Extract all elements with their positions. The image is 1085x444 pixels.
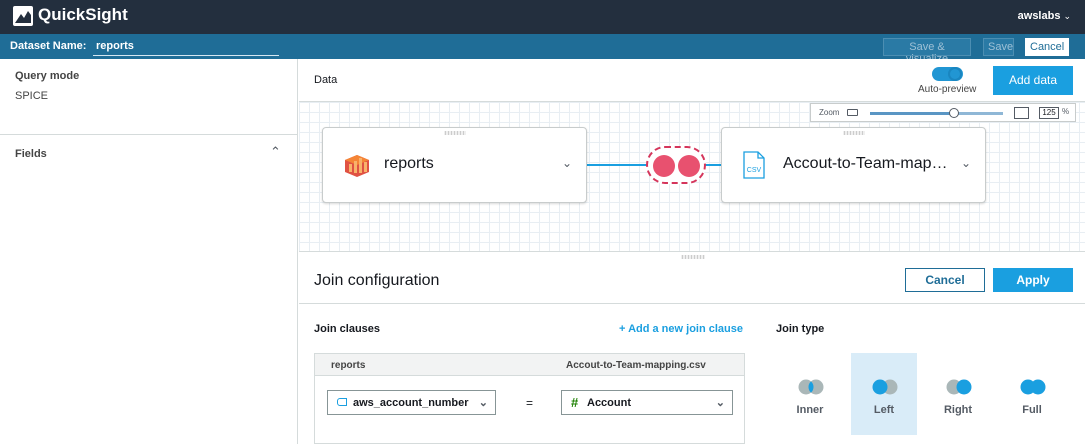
panel-divider: [0, 134, 298, 135]
zoom-slider-thumb[interactable]: [949, 108, 959, 118]
dataset-node-name: Accout-to-Team-mapping.csv: [783, 155, 953, 172]
quicksight-logo-icon: [13, 6, 33, 26]
zoom-out-icon[interactable]: [847, 109, 858, 116]
add-join-clause-link[interactable]: + Add a new join clause: [619, 323, 743, 335]
chevron-up-icon[interactable]: ⌃: [270, 144, 281, 160]
auto-preview-toggle[interactable]: [932, 67, 963, 81]
right-field-select[interactable]: # Account ⌄: [561, 390, 733, 415]
zoom-in-icon[interactable]: [1014, 107, 1029, 119]
zoom-label: Zoom: [819, 108, 840, 117]
full-join-icon: [1020, 379, 1046, 395]
join-type-full[interactable]: Full: [999, 353, 1065, 435]
right-field-value: Account: [587, 397, 631, 409]
left-field-select[interactable]: aws_account_number ⌄: [327, 390, 496, 415]
left-panel: Query mode SPICE Fields ⌃: [0, 59, 298, 444]
join-configuration-panel: Join configuration Cancel Apply Join cla…: [299, 259, 1085, 444]
join-type-inner[interactable]: Inner: [777, 353, 843, 435]
join-circle-right: [678, 155, 700, 177]
inner-join-icon: [798, 379, 824, 395]
dataset-node-reports[interactable]: reports ⌄: [322, 127, 587, 203]
dataset-node-name: reports: [384, 155, 434, 172]
cancel-button[interactable]: Cancel: [1025, 38, 1069, 56]
data-title: Data: [314, 74, 338, 86]
join-operator: =: [526, 396, 534, 410]
join-type-left[interactable]: Left: [851, 353, 917, 435]
chevron-down-icon: ⌄: [478, 397, 488, 409]
chevron-down-icon[interactable]: ⌄: [562, 156, 572, 170]
main-panel: Data Auto-preview Add data Zoom 125 % re…: [299, 59, 1085, 444]
join-circle-left: [653, 155, 675, 177]
fields-section-label: Fields: [15, 148, 47, 160]
zoom-slider-fill: [870, 112, 954, 115]
join-icon[interactable]: [646, 146, 706, 184]
data-header: Data Auto-preview Add data: [299, 59, 1085, 102]
join-clause-table: reports Accout-to-Team-mapping.csv aws_a…: [314, 353, 745, 444]
left-table-header: reports: [331, 360, 366, 371]
dataset-name-bar: Dataset Name: reports Save & visualize S…: [0, 34, 1085, 65]
csv-file-icon: CSV: [741, 150, 767, 183]
amazon-s3-icon: [342, 150, 372, 183]
chevron-down-icon: ⌄: [1063, 11, 1071, 21]
string-field-icon: [337, 398, 347, 406]
drag-handle-icon[interactable]: [443, 131, 466, 135]
join-clause-header: reports Accout-to-Team-mapping.csv: [315, 354, 744, 376]
chevron-down-icon: ⌄: [715, 397, 725, 409]
join-configuration-title: Join configuration: [314, 272, 440, 289]
svg-text:CSV: CSV: [747, 167, 762, 174]
dataset-node-csv[interactable]: CSV Accout-to-Team-mapping.csv ⌄: [721, 127, 986, 203]
save-and-visualize-button[interactable]: Save & visualize: [883, 38, 971, 65]
dataset-name-label: Dataset Name:: [10, 40, 87, 52]
user-menu[interactable]: awslabs ⌄: [1018, 10, 1071, 22]
numeric-field-icon: #: [571, 395, 579, 410]
zoom-percent-unit: %: [1062, 107, 1070, 116]
join-type-label: Join type: [776, 323, 825, 335]
app-title: QuickSight: [38, 5, 128, 24]
save-button[interactable]: Save: [983, 38, 1014, 56]
join-type-label-inner: Inner: [796, 404, 824, 416]
zoom-percent-input[interactable]: 125: [1039, 107, 1059, 119]
divider: [299, 303, 1085, 304]
drag-handle-icon[interactable]: [842, 131, 865, 135]
join-canvas[interactable]: Zoom 125 % reports ⌄ CSV Accout-to-Team-…: [299, 102, 1085, 252]
zoom-control: Zoom 125 %: [810, 103, 1076, 122]
chevron-down-icon[interactable]: ⌄: [961, 156, 971, 170]
right-table-header: Accout-to-Team-mapping.csv: [566, 360, 706, 371]
join-apply-button[interactable]: Apply: [993, 268, 1073, 292]
left-field-value: aws_account_number: [353, 397, 469, 409]
top-navigation-bar: QuickSight awslabs ⌄: [0, 0, 1085, 34]
auto-preview-label: Auto-preview: [918, 84, 977, 95]
join-type-label-right: Right: [943, 404, 973, 416]
join-type-label-full: Full: [1022, 404, 1042, 416]
right-join-icon: [946, 379, 972, 395]
left-join-icon: [872, 379, 898, 395]
join-type-label-left: Left: [873, 404, 895, 416]
user-name: awslabs: [1017, 10, 1061, 22]
query-mode-label: Query mode: [15, 70, 80, 82]
add-data-button[interactable]: Add data: [993, 66, 1073, 95]
query-mode-value[interactable]: SPICE: [15, 90, 48, 102]
join-type-right[interactable]: Right: [925, 353, 991, 435]
dataset-name-input[interactable]: reports: [93, 38, 279, 56]
join-clauses-label: Join clauses: [314, 323, 381, 335]
join-cancel-button[interactable]: Cancel: [905, 268, 985, 292]
